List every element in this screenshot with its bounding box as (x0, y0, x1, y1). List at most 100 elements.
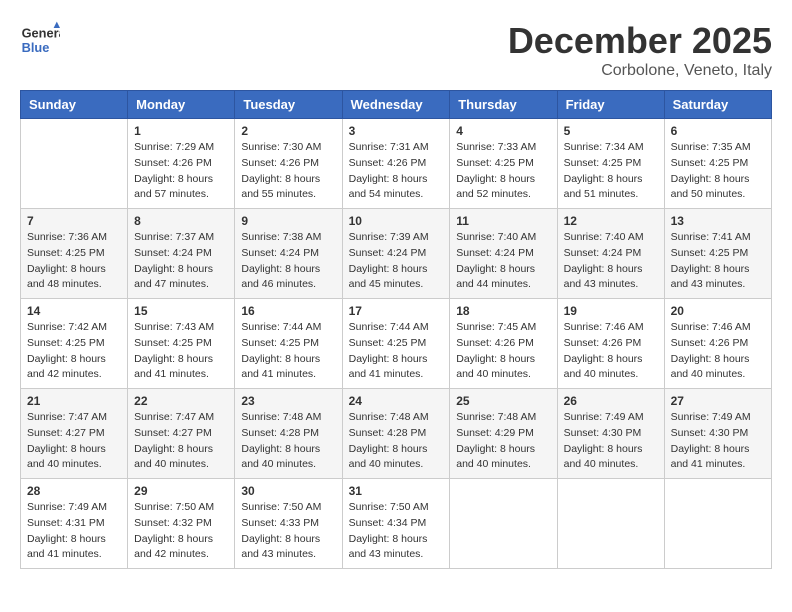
day-info-line: Sunrise: 7:50 AM (349, 500, 444, 516)
calendar-table: SundayMondayTuesdayWednesdayThursdayFrid… (20, 90, 772, 569)
day-info-line: Daylight: 8 hours (241, 172, 335, 188)
day-info: Sunrise: 7:40 AMSunset: 4:24 PMDaylight:… (456, 230, 550, 293)
calendar-cell: 9Sunrise: 7:38 AMSunset: 4:24 PMDaylight… (235, 209, 342, 299)
day-info-line: Daylight: 8 hours (27, 532, 121, 548)
day-info-line: and 55 minutes. (241, 187, 335, 203)
day-info-line: Daylight: 8 hours (27, 352, 121, 368)
day-info-line: Daylight: 8 hours (671, 442, 765, 458)
day-number: 30 (241, 484, 335, 498)
day-info-line: Daylight: 8 hours (349, 532, 444, 548)
day-info-line: Sunrise: 7:48 AM (349, 410, 444, 426)
weekday-header-saturday: Saturday (664, 91, 771, 119)
calendar-cell: 23Sunrise: 7:48 AMSunset: 4:28 PMDayligh… (235, 389, 342, 479)
day-info-line: Sunset: 4:31 PM (27, 516, 121, 532)
day-info-line: and 42 minutes. (134, 547, 228, 563)
day-info-line: Sunrise: 7:48 AM (241, 410, 335, 426)
day-info-line: and 40 minutes. (456, 457, 550, 473)
day-info-line: and 43 minutes. (349, 547, 444, 563)
day-number: 2 (241, 124, 335, 138)
day-info-line: Daylight: 8 hours (134, 262, 228, 278)
day-info-line: Daylight: 8 hours (134, 532, 228, 548)
day-info-line: Daylight: 8 hours (349, 442, 444, 458)
day-info-line: Sunset: 4:26 PM (349, 156, 444, 172)
calendar-cell: 26Sunrise: 7:49 AMSunset: 4:30 PMDayligh… (557, 389, 664, 479)
day-info-line: and 40 minutes. (241, 457, 335, 473)
calendar-cell (21, 119, 128, 209)
day-info: Sunrise: 7:46 AMSunset: 4:26 PMDaylight:… (564, 320, 658, 383)
day-info: Sunrise: 7:50 AMSunset: 4:34 PMDaylight:… (349, 500, 444, 563)
day-info: Sunrise: 7:47 AMSunset: 4:27 PMDaylight:… (27, 410, 121, 473)
day-info: Sunrise: 7:35 AMSunset: 4:25 PMDaylight:… (671, 140, 765, 203)
day-info-line: Sunset: 4:26 PM (456, 336, 550, 352)
day-info-line: and 40 minutes. (27, 457, 121, 473)
day-info-line: Sunset: 4:25 PM (27, 336, 121, 352)
day-info: Sunrise: 7:37 AMSunset: 4:24 PMDaylight:… (134, 230, 228, 293)
day-info-line: Sunrise: 7:29 AM (134, 140, 228, 156)
day-info-line: and 42 minutes. (27, 367, 121, 383)
calendar-cell: 21Sunrise: 7:47 AMSunset: 4:27 PMDayligh… (21, 389, 128, 479)
day-info: Sunrise: 7:38 AMSunset: 4:24 PMDaylight:… (241, 230, 335, 293)
calendar-cell: 15Sunrise: 7:43 AMSunset: 4:25 PMDayligh… (128, 299, 235, 389)
day-number: 3 (349, 124, 444, 138)
weekday-header-monday: Monday (128, 91, 235, 119)
calendar-cell: 28 Sunrise: 7:49 AMSunset: 4:31 PMDayligh… (21, 479, 128, 569)
page-header: General Blue December 2025 Corbolone, Ve… (20, 20, 772, 80)
day-info-line: Sunset: 4:24 PM (134, 246, 228, 262)
day-number: 28 (27, 484, 121, 498)
day-info-line: Sunset: 4:26 PM (134, 156, 228, 172)
day-info-line: Daylight: 8 hours (27, 262, 121, 278)
day-number: 19 (564, 304, 658, 318)
calendar-cell: 30 Sunrise: 7:50 AMSunset: 4:33 PMDayligh… (235, 479, 342, 569)
calendar-cell: 6 Sunrise: 7:35 AMSunset: 4:25 PMDaylight… (664, 119, 771, 209)
day-info-line: Daylight: 8 hours (671, 262, 765, 278)
day-info-line: Sunrise: 7:49 AM (27, 500, 121, 516)
day-info-line: Sunrise: 7:45 AM (456, 320, 550, 336)
day-info: Sunrise: 7:50 AMSunset: 4:33 PMDaylight:… (241, 500, 335, 563)
day-info: Sunrise: 7:47 AMSunset: 4:27 PMDaylight:… (134, 410, 228, 473)
day-number: 18 (456, 304, 550, 318)
day-info: Sunrise: 7:48 AMSunset: 4:28 PMDaylight:… (349, 410, 444, 473)
day-info-line: Daylight: 8 hours (27, 442, 121, 458)
calendar-cell (557, 479, 664, 569)
day-info-line: Sunset: 4:24 PM (456, 246, 550, 262)
calendar-cell: 7Sunrise: 7:36 AMSunset: 4:25 PMDaylight… (21, 209, 128, 299)
day-info-line: Sunrise: 7:30 AM (241, 140, 335, 156)
calendar-week-row: 7Sunrise: 7:36 AMSunset: 4:25 PMDaylight… (21, 209, 772, 299)
day-info-line: Sunrise: 7:31 AM (349, 140, 444, 156)
day-number: 20 (671, 304, 765, 318)
calendar-cell: 3Sunrise: 7:31 AMSunset: 4:26 PMDaylight… (342, 119, 450, 209)
calendar-cell: 17Sunrise: 7:44 AMSunset: 4:25 PMDayligh… (342, 299, 450, 389)
day-number: 6 (671, 124, 765, 138)
day-info: Sunrise: 7:41 AMSunset: 4:25 PMDaylight:… (671, 230, 765, 293)
calendar-cell: 1Sunrise: 7:29 AMSunset: 4:26 PMDaylight… (128, 119, 235, 209)
day-info-line: Sunrise: 7:39 AM (349, 230, 444, 246)
day-number: 15 (134, 304, 228, 318)
day-info-line: Daylight: 8 hours (134, 172, 228, 188)
location: Corbolone, Veneto, Italy (508, 62, 772, 80)
day-info-line: Sunset: 4:32 PM (134, 516, 228, 532)
day-info-line: Sunrise: 7:40 AM (456, 230, 550, 246)
day-info-line: Daylight: 8 hours (456, 352, 550, 368)
calendar-cell (664, 479, 771, 569)
day-info-line: and 41 minutes. (134, 367, 228, 383)
day-info-line: Sunrise: 7:36 AM (27, 230, 121, 246)
day-info: Sunrise: 7:33 AMSunset: 4:25 PMDaylight:… (456, 140, 550, 203)
day-info-line: Sunset: 4:25 PM (456, 156, 550, 172)
day-info-line: and 40 minutes. (134, 457, 228, 473)
day-info-line: Sunrise: 7:50 AM (134, 500, 228, 516)
day-info: Sunrise: 7:36 AMSunset: 4:25 PMDaylight:… (27, 230, 121, 293)
weekday-header-tuesday: Tuesday (235, 91, 342, 119)
day-info-line: Sunset: 4:30 PM (564, 426, 658, 442)
day-info-line: Sunset: 4:24 PM (241, 246, 335, 262)
calendar-cell: 13Sunrise: 7:41 AMSunset: 4:25 PMDayligh… (664, 209, 771, 299)
day-info-line: Sunrise: 7:50 AM (241, 500, 335, 516)
day-info-line: Daylight: 8 hours (456, 262, 550, 278)
calendar-cell: 31Sunrise: 7:50 AMSunset: 4:34 PMDayligh… (342, 479, 450, 569)
day-info-line: Daylight: 8 hours (241, 532, 335, 548)
day-info-line: Sunset: 4:25 PM (134, 336, 228, 352)
day-info-line: Daylight: 8 hours (134, 442, 228, 458)
day-info-line: Sunrise: 7:47 AM (134, 410, 228, 426)
day-info-line: and 47 minutes. (134, 277, 228, 293)
day-info-line: Daylight: 8 hours (564, 172, 658, 188)
calendar-week-row: 21Sunrise: 7:47 AMSunset: 4:27 PMDayligh… (21, 389, 772, 479)
